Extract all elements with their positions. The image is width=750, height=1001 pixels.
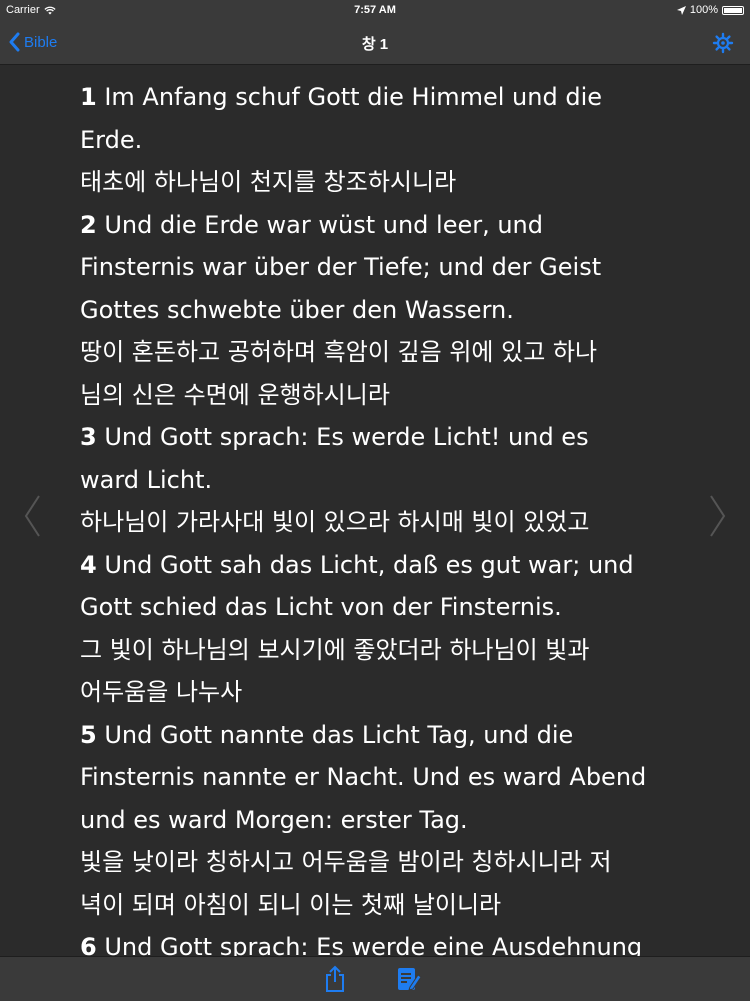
verse-german-line: 4 Und Gott sah das Licht, daß es gut war…: [80, 544, 680, 587]
verse-german-line: Gottes schwebte über den Wassern.: [80, 289, 680, 332]
verse-number: 4: [80, 550, 97, 579]
verse-number: 5: [80, 720, 97, 749]
bottom-toolbar: [0, 956, 750, 1001]
verse-german-text: Und Gott sah das Licht, daß es gut war; …: [104, 550, 634, 579]
verse-german-text: Gott schied das Licht von der Finsternis…: [80, 593, 562, 621]
note-button[interactable]: [396, 965, 422, 998]
verse-german-text: ward Licht.: [80, 465, 213, 494]
gear-icon: [712, 32, 734, 54]
battery-level: [724, 7, 742, 13]
settings-button[interactable]: [712, 32, 734, 59]
verse-german-text: Und Gott sprach: Es werde Licht! und es: [104, 423, 589, 451]
verse-german-line: Erde.: [80, 119, 680, 162]
share-button[interactable]: [324, 965, 346, 998]
verse-korean-line: 님의 신은 수면에 운행하시니라: [80, 380, 390, 409]
verse-number: 2: [80, 210, 97, 239]
status-bar: Carrier 7:57 AM 100%: [0, 0, 750, 22]
location-icon: [676, 5, 686, 15]
chapter-text[interactable]: 1 Im Anfang schuf Gott die Himmel und di…: [80, 64, 680, 956]
verse-number: 1: [80, 83, 97, 111]
verse-german-text: und es ward Morgen: erster Tag.: [80, 805, 468, 834]
verse-german-text: Erde.: [80, 125, 143, 154]
verse-korean-line: 태초에 하나님이 천지를 창조하시니라: [80, 168, 457, 196]
verse-korean-line: 땅이 혼돈하고 공허하며 흑암이 깊음 위에 있고 하나: [80, 338, 598, 366]
page-title: 창 1: [361, 36, 389, 53]
note-edit-icon: [398, 968, 422, 991]
verse-german-text: Gottes schwebte über den Wassern.: [80, 295, 514, 324]
verse-german-text: Im Anfang schuf Gott die Himmel und die: [104, 83, 603, 111]
chevron-right-icon: [710, 495, 726, 537]
status-time: 7:57 AM: [354, 4, 396, 16]
battery-percent: 100%: [689, 4, 718, 16]
verse-german-text: Und die Erde war wüst und leer, und: [104, 210, 543, 239]
verse-number: 6: [80, 933, 97, 956]
chevron-left-icon: [24, 495, 40, 537]
next-chapter-button[interactable]: [708, 494, 728, 543]
verse-german-text: Und Gott sprach: Es werde eine Ausdehnun…: [104, 933, 643, 956]
previous-chapter-button[interactable]: [22, 494, 42, 543]
verse-german-line: 1 Im Anfang schuf Gott die Himmel und di…: [80, 76, 680, 119]
verse-german-line: Finsternis nannte er Nacht. Und es ward …: [80, 756, 680, 799]
verse-german-line: 6 Und Gott sprach: Es werde eine Ausdehn…: [80, 926, 680, 956]
verse-german-line: ward Licht.: [80, 459, 680, 502]
verse-german-line: 2 Und die Erde war wüst und leer, und: [80, 204, 680, 247]
verse-german-text: Finsternis nannte er Nacht. Und es ward …: [80, 763, 647, 791]
share-icon: [326, 965, 344, 992]
status-right: 100%: [676, 4, 744, 16]
verse-korean-line: 그 빛이 하나님의 보시기에 좋았더라 하나님이 빛과: [80, 635, 590, 664]
verse-german-line: Gott schied das Licht von der Finsternis…: [80, 586, 680, 629]
verse-korean-line: 어두움을 나누사: [80, 678, 243, 706]
verse-german-text: Und Gott nannte das Licht Tag, und die: [104, 720, 574, 749]
verse-korean-line: 하나님이 가라사대 빛이 있으라 하시매 빛이 있었고: [80, 508, 590, 536]
verse-german-line: 3 Und Gott sprach: Es werde Licht! und e…: [80, 416, 680, 459]
verse-number: 3: [80, 423, 97, 451]
verse-german-line: Finsternis war über der Tiefe; und der G…: [80, 246, 680, 289]
navigation-bar: Bible 창 1: [0, 22, 750, 65]
verse-korean-line: 빛을 낮이라 칭하시고 어두움을 밤이라 칭하시니라 저: [80, 848, 612, 876]
verse-german-line: und es ward Morgen: erster Tag.: [80, 799, 680, 842]
verse-german-text: Finsternis war über der Tiefe; und der G…: [80, 253, 602, 281]
verse-german-line: 5 Und Gott nannte das Licht Tag, und die: [80, 714, 680, 757]
battery-icon: [722, 5, 744, 15]
verse-korean-line: 녁이 되며 아침이 되니 이는 첫째 날이니라: [80, 890, 502, 919]
